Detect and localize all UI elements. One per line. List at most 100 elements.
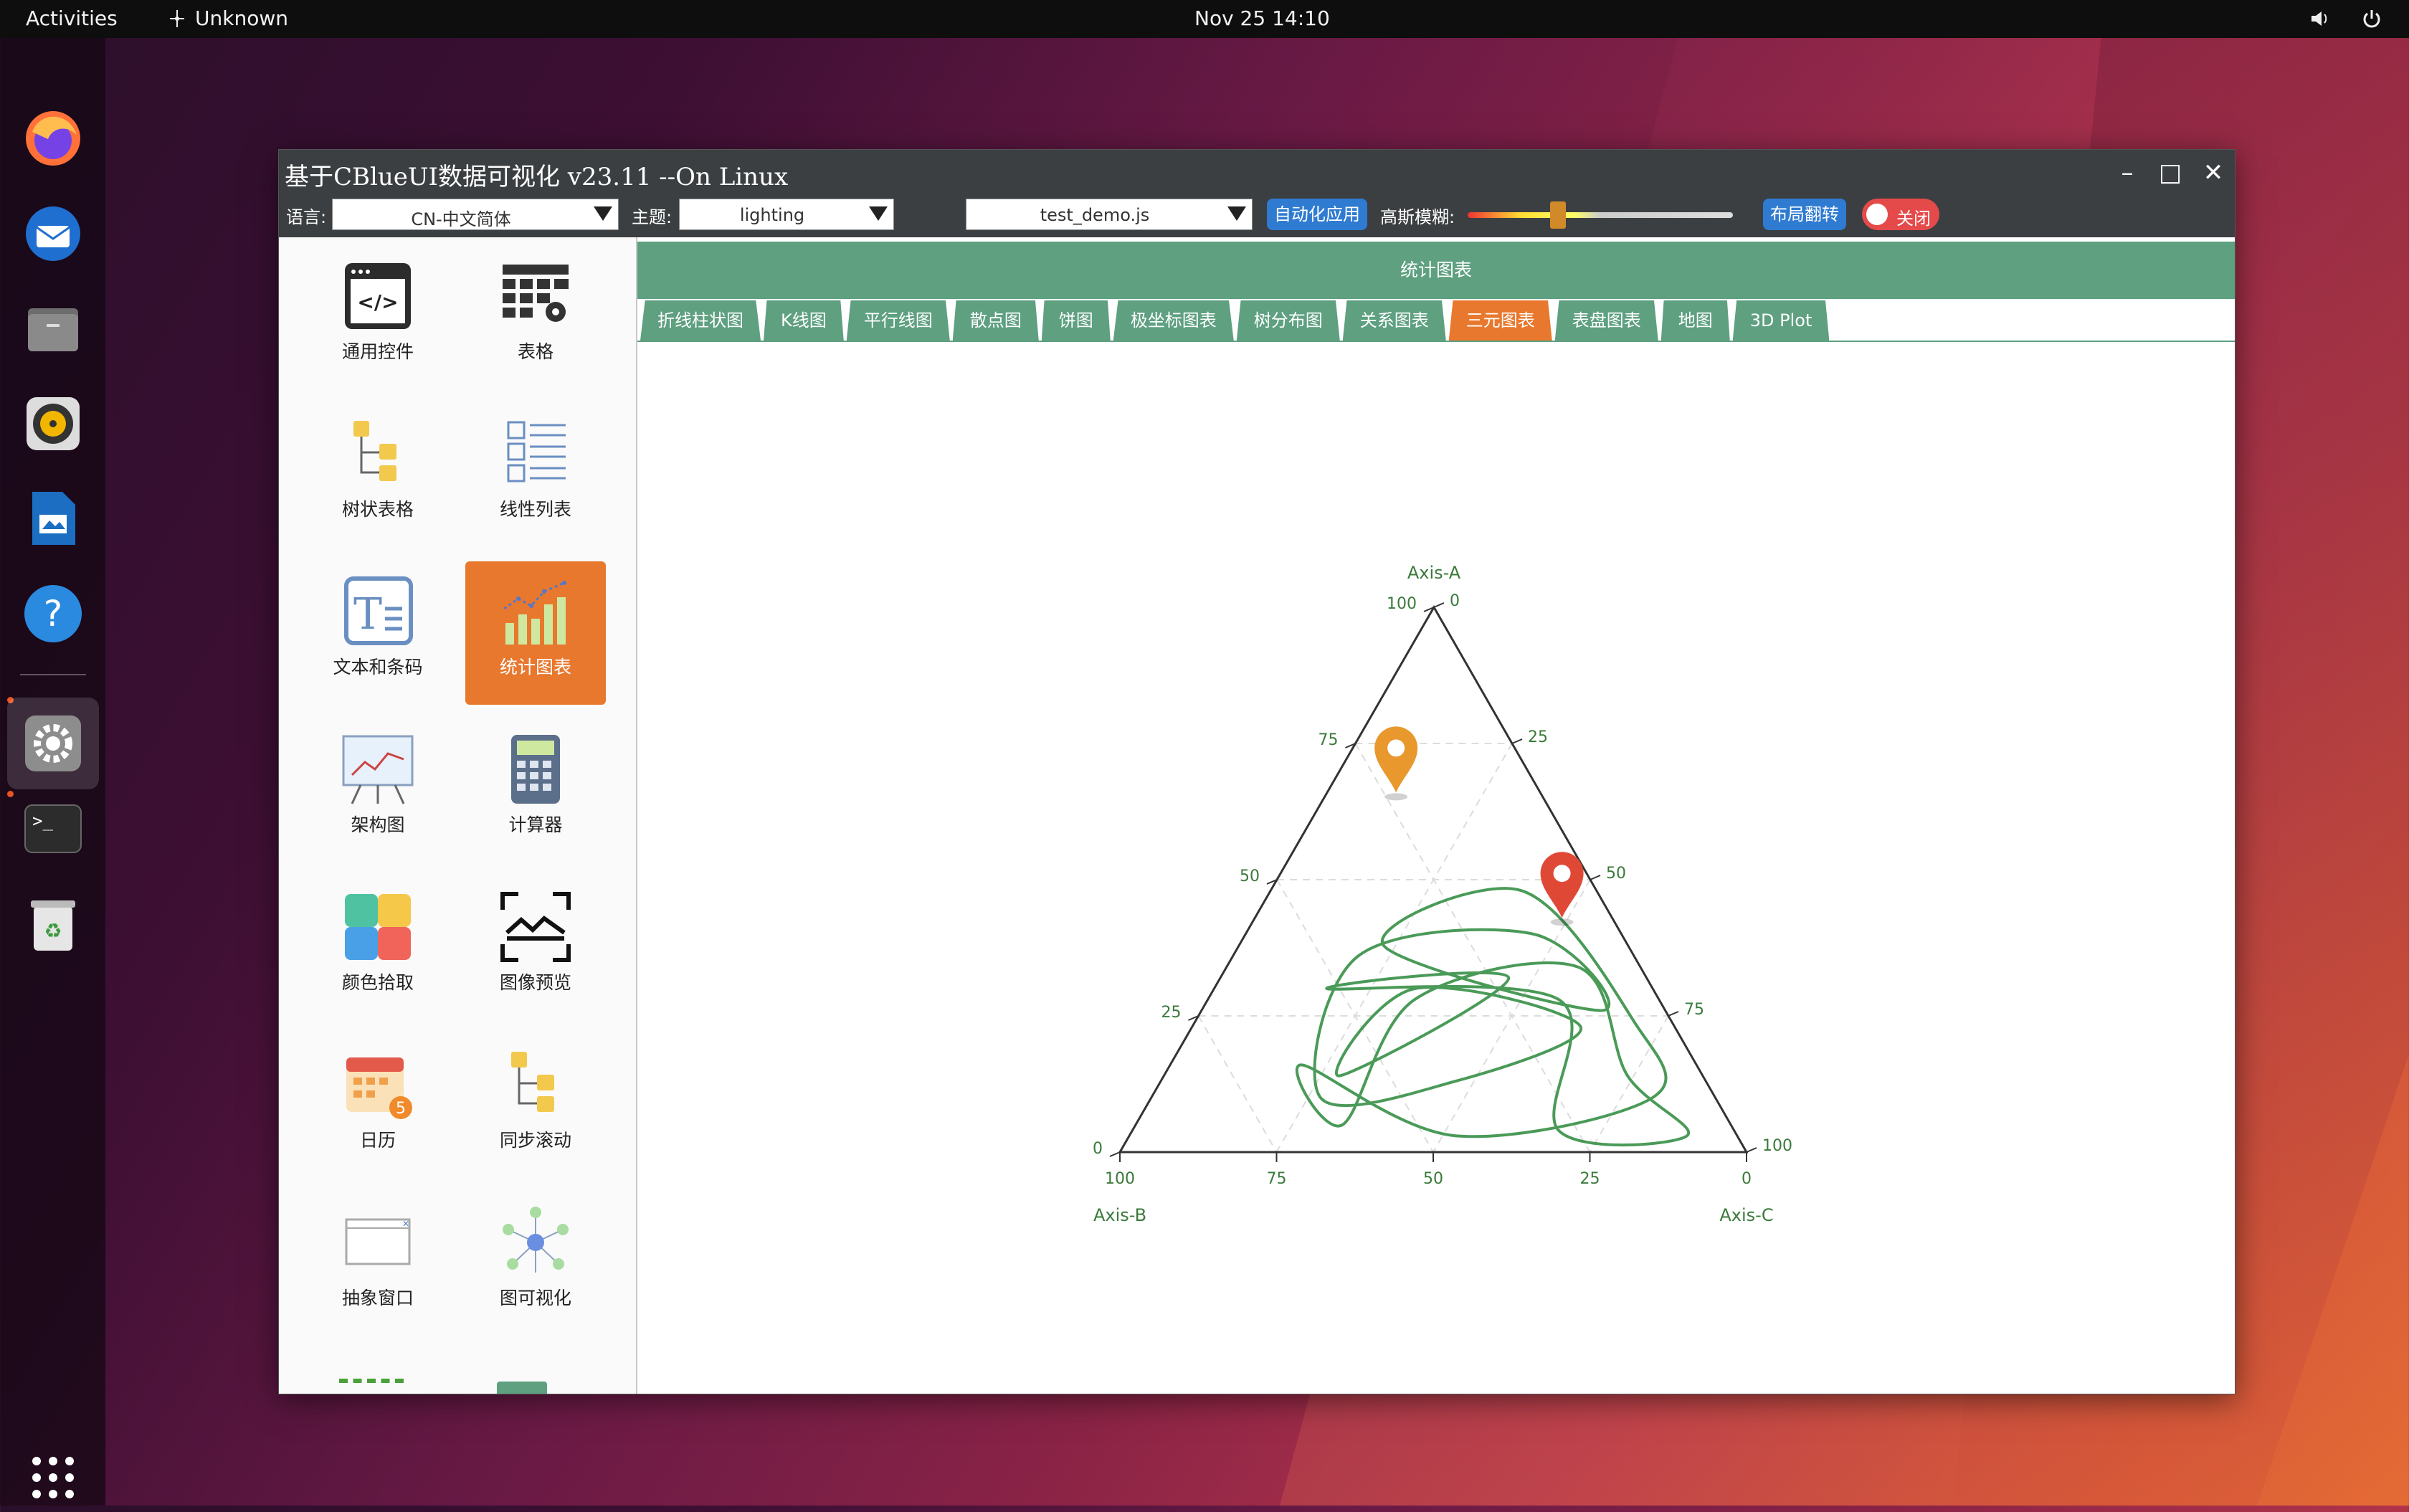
tab-map[interactable]: 地图: [1660, 300, 1730, 341]
rhythmbox-icon[interactable]: [19, 389, 87, 458]
close-icon[interactable]: ✕: [2199, 158, 2228, 187]
blur-slider[interactable]: [1468, 201, 1733, 229]
axis-a-tick: 25: [1161, 1004, 1182, 1022]
trash-icon[interactable]: ♻: [19, 890, 87, 959]
blur-label: 高斯模糊:: [1380, 207, 1455, 227]
sidebar-item-common-controls[interactable]: </> 通用控件: [308, 246, 448, 389]
minimize-icon[interactable]: –: [2113, 158, 2142, 187]
tree-table-icon: [353, 421, 396, 481]
bar-chart-icon: [503, 581, 566, 645]
tick-mark: [1511, 738, 1523, 744]
sidebar-item-calculator[interactable]: 计算器: [465, 719, 606, 862]
toggle-switch[interactable]: 关闭: [1862, 199, 1939, 230]
auto-apply-button[interactable]: 自动化应用: [1267, 199, 1367, 230]
sidebar-item-sync-scroll[interactable]: 同步滚动: [465, 1035, 606, 1178]
firefox-icon[interactable]: [19, 104, 87, 173]
text-barcode-icon: T: [344, 576, 413, 645]
tick-mark: [1109, 1151, 1121, 1157]
tab-relation[interactable]: 关系图表: [1342, 300, 1446, 341]
settings-icon[interactable]: [7, 698, 99, 789]
tab-kline[interactable]: K线图: [764, 300, 844, 341]
sidebar-item-graph-visual[interactable]: 图可视化: [465, 1192, 606, 1336]
running-indicator: [7, 791, 14, 797]
script-value: test_demo.js: [1040, 205, 1150, 225]
sidebar-item-label: 同步滚动: [499, 1130, 571, 1151]
writer-icon[interactable]: [19, 484, 87, 553]
script-select[interactable]: test_demo.js: [966, 199, 1253, 230]
markers: [1374, 726, 1584, 926]
svg-text:T: T: [353, 589, 382, 639]
tab-parallel[interactable]: 平行线图: [846, 300, 950, 341]
calculator-icon: [511, 735, 560, 804]
maximize-icon[interactable]: □: [2156, 158, 2185, 187]
main-panel: 统计图表 折线柱状图 K线图 平行线图 散点图 饼图 极坐标图表 树分布图 关系…: [637, 237, 2235, 1394]
tab-scatter[interactable]: 散点图: [952, 300, 1039, 341]
tab-gauge[interactable]: 表盘图表: [1554, 300, 1658, 341]
files-icon[interactable]: [19, 295, 87, 363]
axis-a-tick: 0: [1093, 1140, 1103, 1158]
tab-tree-distribution[interactable]: 树分布图: [1236, 300, 1340, 341]
grid-line: [1275, 743, 1513, 1153]
axis-c-label: Axis-C: [1719, 1205, 1773, 1225]
red-marker-pin-icon[interactable]: [1540, 852, 1584, 926]
image-preview-icon: [500, 892, 571, 962]
power-icon[interactable]: [2360, 7, 2383, 30]
tick-labels: 100 75 50 25 0 0 25 50 75 100 100 75 50 25 0: [1093, 592, 1792, 1188]
sidebar-item-image-preview[interactable]: 图像预览: [465, 877, 606, 1020]
sidebar-item-abstract-window[interactable]: ✕ 抽象窗口: [308, 1192, 448, 1336]
app-menu[interactable]: Unknown: [166, 6, 288, 30]
svg-text:5: 5: [396, 1100, 406, 1118]
pin-shadow: [1550, 918, 1574, 926]
terminal-icon[interactable]: >_: [19, 794, 87, 863]
axis-c-tick: 100: [1762, 1137, 1792, 1155]
system-tray[interactable]: [2309, 7, 2383, 30]
sidebar-item-label: 表格: [517, 341, 553, 362]
app-grid-icon[interactable]: [19, 1443, 87, 1512]
sidebar-item-label: 计算器: [508, 814, 563, 835]
sidebar-item-tree-table[interactable]: 树状表格: [308, 404, 448, 547]
grid-line: [1354, 743, 1591, 1153]
theme-value: lighting: [739, 205, 805, 225]
sidebar-item-architecture[interactable]: 架构图: [308, 719, 448, 862]
tab-polar[interactable]: 极坐标图表: [1113, 300, 1234, 341]
slider-thumb[interactable]: [1550, 201, 1566, 229]
section-header: 统计图表: [637, 242, 2235, 299]
grid-line: [1589, 1015, 1669, 1153]
sidebar-item-text-barcode[interactable]: T 文本和条码: [308, 561, 448, 705]
tab-pie[interactable]: 饼图: [1041, 300, 1111, 341]
more-items-icon: [497, 1382, 547, 1394]
ternary-chart[interactable]: 100 75 50 25 0 0 25 50 75 100 100 75 50 25 0 Axis-A Ax…: [637, 342, 2235, 1394]
activities-button[interactable]: Activities: [26, 6, 118, 30]
sidebar-item-label: 日历: [359, 1130, 396, 1151]
theme-select[interactable]: lighting: [679, 199, 894, 230]
help-icon[interactable]: ?: [19, 579, 87, 648]
axis-c-tick: 0: [1450, 592, 1460, 610]
titlebar: 基于CBlueUI数据可视化 v23.11 --On Linux – □ ✕ 语…: [279, 150, 2235, 237]
axis-a-tick: 50: [1240, 867, 1260, 885]
code-window-icon: </>: [345, 263, 411, 329]
calendar-icon: 5: [346, 1057, 412, 1119]
thunderbird-icon[interactable]: [19, 199, 87, 268]
sidebar-item-color-picker[interactable]: 颜色拾取: [308, 877, 448, 1020]
axis-a-tick: 100: [1387, 595, 1417, 613]
tab-line-bar[interactable]: 折线柱状图: [640, 300, 761, 341]
axis-b-label: Axis-B: [1093, 1205, 1146, 1225]
sidebar-item-table[interactable]: 表格: [465, 246, 606, 389]
graph-visual-icon: [503, 1207, 569, 1273]
sidebar-item-calendar[interactable]: 5 日历: [308, 1035, 448, 1178]
sidebar-item-linear-list[interactable]: 线性列表: [465, 404, 606, 547]
tab-3d-plot[interactable]: 3D Plot: [1732, 300, 1830, 341]
toggle-knob: [1866, 204, 1888, 225]
slider-track: [1468, 212, 1733, 218]
sidebar-item-label: 图像预览: [499, 972, 571, 993]
volume-icon[interactable]: [2309, 7, 2332, 30]
sidebar-item-statistics-chart[interactable]: 统计图表: [465, 561, 606, 705]
language-select[interactable]: CN-中文简体: [332, 199, 619, 230]
axis-a-label: Axis-A: [1407, 563, 1461, 583]
clock[interactable]: Nov 25 14:10: [1194, 6, 1330, 30]
sidebar: </> 通用控件 表格 树状表格 线性列表 T 文本和条码 统计图表 架构图 计…: [279, 237, 637, 1394]
layout-flip-button[interactable]: 布局翻转: [1763, 199, 1846, 230]
toolbar: 语言: CN-中文简体 主题: lighting test_demo.js 自动…: [279, 194, 2235, 234]
tab-ternary[interactable]: 三元图表: [1448, 300, 1552, 341]
tick-mark: [1668, 1011, 1679, 1017]
